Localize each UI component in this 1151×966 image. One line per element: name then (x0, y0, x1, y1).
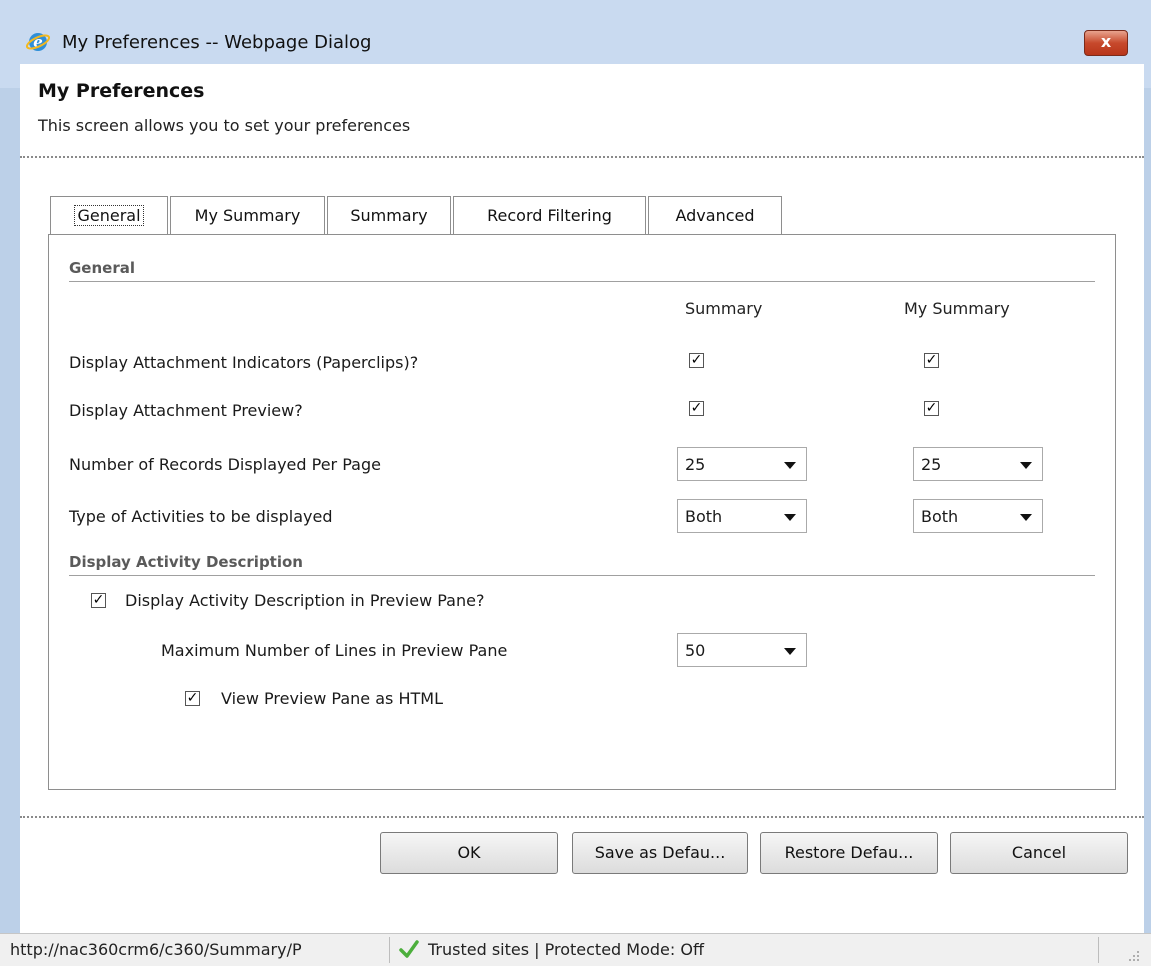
tab-advanced[interactable]: Advanced (648, 196, 782, 236)
security-zone-status: Trusted sites | Protected Mode: Off (428, 940, 704, 959)
checkbox-show-description-preview[interactable]: ✓ (91, 593, 106, 608)
select-activity-type-summary[interactable]: Both (677, 499, 807, 533)
select-max-lines[interactable]: 50 (677, 633, 807, 667)
status-divider (389, 937, 390, 963)
tab-my-summary[interactable]: My Summary (170, 196, 325, 236)
chevron-down-icon (1020, 462, 1032, 469)
section-divider (69, 575, 1095, 576)
restore-default-button[interactable]: Restore Defau... (760, 832, 938, 874)
select-activity-type-my-summary[interactable]: Both (913, 499, 1043, 533)
status-divider (1098, 937, 1099, 963)
tab-panel-general: General Summary My Summary Display Attac… (48, 234, 1116, 790)
page-description: This screen allows you to set your prefe… (38, 116, 411, 135)
label-attachment-indicators: Display Attachment Indicators (Paperclip… (69, 353, 419, 372)
cancel-button[interactable]: Cancel (950, 832, 1128, 874)
section-title-activity-description: Display Activity Description (69, 553, 303, 571)
label-attachment-preview: Display Attachment Preview? (69, 401, 303, 420)
chevron-down-icon (784, 514, 796, 521)
tab-general[interactable]: General (50, 196, 168, 236)
ok-button[interactable]: OK (380, 832, 558, 874)
column-header-my-summary: My Summary (904, 299, 1010, 318)
checkbox-view-preview-html[interactable]: ✓ (185, 691, 200, 706)
label-records-per-page: Number of Records Displayed Per Page (69, 455, 381, 474)
label-show-description-preview: Display Activity Description in Preview … (125, 591, 485, 610)
label-activity-type: Type of Activities to be displayed (69, 507, 333, 526)
section-title-general: General (69, 259, 135, 277)
save-as-default-button[interactable]: Save as Defau... (572, 832, 748, 874)
checkbox-attachment-preview-my-summary[interactable]: ✓ (924, 401, 939, 416)
page-title: My Preferences (38, 80, 205, 102)
status-url: http://nac360crm6/c360/Summary/P (10, 940, 302, 959)
chevron-down-icon (784, 648, 796, 655)
chevron-down-icon (1020, 514, 1032, 521)
chevron-down-icon (784, 462, 796, 469)
checkbox-attachment-preview-summary[interactable]: ✓ (689, 401, 704, 416)
window-title: My Preferences -- Webpage Dialog (62, 32, 372, 53)
status-bar: http://nac360crm6/c360/Summary/P Trusted… (0, 933, 1151, 966)
label-view-preview-html: View Preview Pane as HTML (221, 689, 443, 708)
close-icon: x (1100, 32, 1112, 51)
tab-record-filtering[interactable]: Record Filtering (453, 196, 646, 236)
checkmark-icon (399, 940, 419, 958)
select-records-per-page-summary[interactable]: 25 (677, 447, 807, 481)
dialog-content: My Preferences This screen allows you to… (20, 64, 1144, 933)
footer-divider (20, 816, 1144, 818)
checkbox-attachment-indicators-my-summary[interactable]: ✓ (924, 353, 939, 368)
section-divider (69, 281, 1095, 282)
dialog-window: e My Preferences -- Webpage Dialog x My … (0, 0, 1151, 966)
resize-grip-icon[interactable] (1128, 950, 1140, 962)
label-max-lines: Maximum Number of Lines in Preview Pane (161, 641, 508, 660)
header-divider (20, 156, 1144, 158)
column-header-summary: Summary (685, 299, 763, 318)
checkbox-attachment-indicators-summary[interactable]: ✓ (689, 353, 704, 368)
close-button[interactable]: x (1084, 30, 1128, 56)
tab-summary[interactable]: Summary (327, 196, 451, 236)
select-records-per-page-my-summary[interactable]: 25 (913, 447, 1043, 481)
internet-explorer-icon: e (26, 33, 50, 51)
